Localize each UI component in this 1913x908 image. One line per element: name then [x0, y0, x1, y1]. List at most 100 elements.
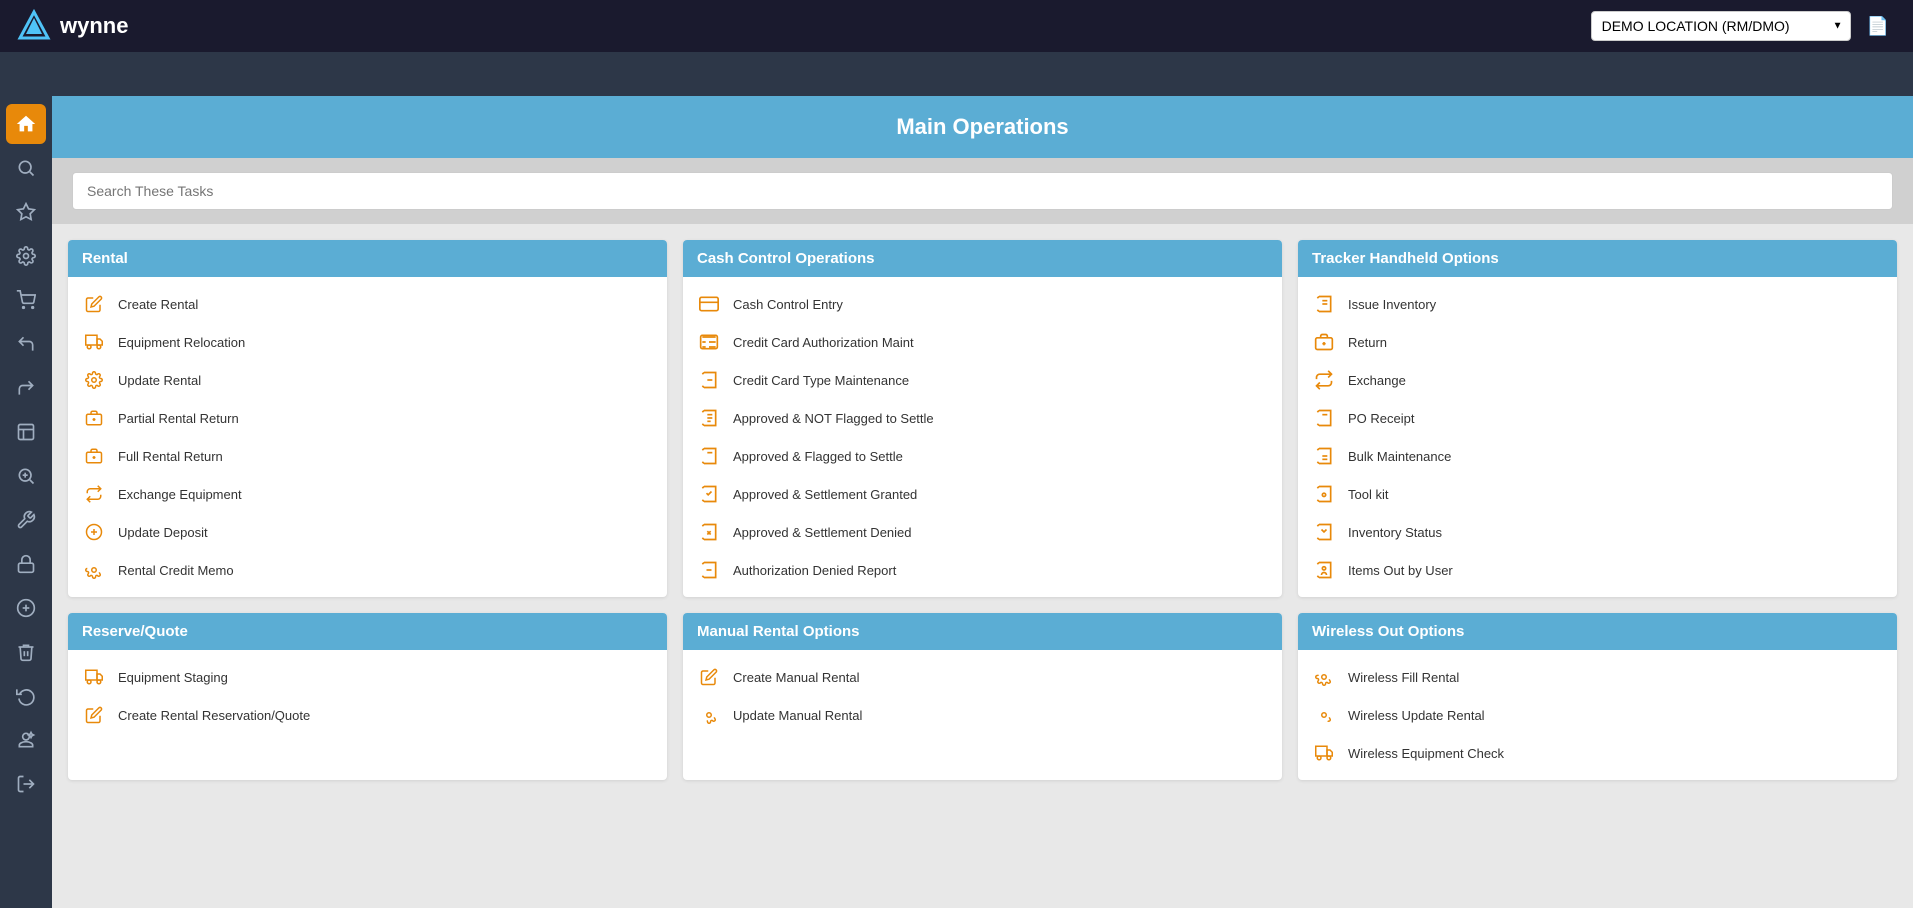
list-item[interactable]: Update Deposit [68, 513, 667, 551]
item-label: Bulk Maintenance [1348, 449, 1451, 464]
sidebar-item-settings[interactable] [6, 236, 46, 276]
sidebar [0, 96, 52, 908]
list-item[interactable]: Authorization Denied Report [683, 551, 1282, 589]
item-label: Create Rental Reservation/Quote [118, 708, 310, 723]
list-item[interactable]: Wireless Update Rental [1298, 696, 1897, 734]
wireless-out-panel-header: Wireless Out Options [1298, 613, 1897, 650]
cash-control-panel-title: Cash Control Operations [697, 250, 1268, 267]
sidebar-item-admin[interactable] [6, 720, 46, 760]
wireless-update-rental-icon [1312, 703, 1336, 727]
list-item[interactable]: PO Receipt [1298, 399, 1897, 437]
equipment-staging-icon [82, 665, 106, 689]
manual-rental-panel: Manual Rental Options Create Manual Rent… [683, 613, 1282, 780]
item-label: Inventory Status [1348, 525, 1442, 540]
list-item[interactable]: Equipment Relocation [68, 323, 667, 361]
wireless-equipment-check-icon [1312, 741, 1336, 765]
list-item[interactable]: Credit Card Authorization Maint [683, 323, 1282, 361]
list-item[interactable]: Consolidated Return [68, 589, 667, 597]
list-item[interactable]: Rental Credit Memo [68, 551, 667, 589]
item-label: Wireless Equipment Check [1348, 746, 1504, 761]
po-receipt-icon [1312, 406, 1336, 430]
list-item[interactable]: Full Rental Return [68, 437, 667, 475]
list-item[interactable]: Approved & Settlement Granted [683, 475, 1282, 513]
sidebar-item-tools[interactable] [6, 500, 46, 540]
expired-card-icon [697, 596, 721, 597]
list-item[interactable]: Exchange Equipment [68, 475, 667, 513]
item-label: Wireless Update Rental [1348, 708, 1485, 723]
wynne-logo-icon [16, 8, 52, 44]
document-button[interactable]: 📄 [1859, 12, 1897, 41]
search-input[interactable] [72, 172, 1893, 210]
tracker-panel-header: Tracker Handheld Options [1298, 240, 1897, 277]
list-item[interactable]: Update Manual Rental [683, 696, 1282, 734]
list-item[interactable]: Create Manual Rental [683, 658, 1282, 696]
item-label: Credit Card Authorization Maint [733, 335, 914, 350]
sidebar-item-lookup[interactable] [6, 456, 46, 496]
item-label: Tool kit [1348, 487, 1388, 502]
logo-text: wynne [60, 13, 128, 39]
item-label: Credit Card Type Maintenance [733, 373, 909, 388]
list-item[interactable]: Wireless Equipment Check [1298, 734, 1897, 772]
list-item[interactable]: Credit Card Type Maintenance [683, 361, 1282, 399]
forward-icon [16, 378, 36, 398]
topbar: wynne DEMO LOCATION (RM/DMO) 📄 [0, 0, 1913, 52]
sidebar-item-search[interactable] [6, 148, 46, 188]
rental-panel: Rental Create Rental Equipment Relocatio… [68, 240, 667, 597]
panels-grid-top: Rental Create Rental Equipment Relocatio… [52, 224, 1913, 613]
location-select[interactable]: DEMO LOCATION (RM/DMO) [1591, 11, 1851, 41]
list-item[interactable]: Approved & Settlement Denied [683, 513, 1282, 551]
deposit-icon [82, 520, 106, 544]
list-item[interactable]: Tool kit [1298, 475, 1897, 513]
list-item[interactable]: Create Rental Reservation/Quote [68, 696, 667, 734]
return-icon [16, 334, 36, 354]
approved-not-flagged-icon [697, 406, 721, 430]
sidebar-item-home[interactable] [6, 104, 46, 144]
sidebar-item-refresh[interactable] [6, 676, 46, 716]
list-item[interactable]: Inventory Status [1298, 513, 1897, 551]
cash-icon [697, 292, 721, 316]
list-item[interactable]: Create Rental [68, 285, 667, 323]
location-selector-wrapper[interactable]: DEMO LOCATION (RM/DMO) [1591, 11, 1851, 41]
lock-icon [16, 554, 36, 574]
page-title: Main Operations [70, 114, 1895, 140]
sidebar-item-logout[interactable] [6, 764, 46, 804]
list-item[interactable]: Update Rental [68, 361, 667, 399]
list-item[interactable]: Items Out by User [1298, 551, 1897, 589]
list-item[interactable]: Expired Card Report [683, 589, 1282, 597]
plus-icon [16, 598, 36, 618]
sidebar-item-lock[interactable] [6, 544, 46, 584]
reserve-quote-panel-body: Equipment Staging Create Rental Reservat… [68, 650, 667, 742]
list-item[interactable]: Bulk Maintenance [1298, 437, 1897, 475]
list-item[interactable]: Partial Rental Return [68, 399, 667, 437]
manual-rental-panel-header: Manual Rental Options [683, 613, 1282, 650]
pencil-icon [82, 292, 106, 316]
update-manual-rental-icon [697, 703, 721, 727]
list-item[interactable]: Approved & NOT Flagged to Settle [683, 399, 1282, 437]
list-item[interactable]: Equipment Staging [68, 658, 667, 696]
sidebar-item-forward[interactable] [6, 368, 46, 408]
item-label: Cash Control Entry [733, 297, 843, 312]
wireless-out-panel-body: Wireless Fill Rental Wireless Update Ren… [1298, 650, 1897, 780]
sidebar-item-return[interactable] [6, 324, 46, 364]
sidebar-item-delete[interactable] [6, 632, 46, 672]
list-item[interactable]: Wireless Fill Rental [1298, 658, 1897, 696]
list-item[interactable]: Cash Control Entry [683, 285, 1282, 323]
rental-panel-body: Create Rental Equipment Relocation Updat… [68, 277, 667, 597]
consolidated-return-icon [82, 596, 106, 597]
sidebar-item-reports[interactable] [6, 412, 46, 452]
approved-flagged-icon [697, 444, 721, 468]
wrench-icon [16, 510, 36, 530]
list-item[interactable]: Exchange [1298, 361, 1897, 399]
wireless-fill-rental-icon [1312, 665, 1336, 689]
list-item[interactable]: Approved & Flagged to Settle [683, 437, 1282, 475]
create-manual-rental-icon [697, 665, 721, 689]
item-label: Update Manual Rental [733, 708, 862, 723]
item-label: Items Out by User [1348, 563, 1453, 578]
list-item[interactable]: Return [1298, 323, 1897, 361]
sidebar-item-favorites[interactable] [6, 192, 46, 232]
sidebar-item-add[interactable] [6, 588, 46, 628]
sidebar-item-cart[interactable] [6, 280, 46, 320]
list-item[interactable]: Issue Inventory [1298, 285, 1897, 323]
item-label: Update Deposit [118, 525, 208, 540]
cash-control-panel-body: Cash Control Entry Credit Card Authoriza… [683, 277, 1282, 597]
